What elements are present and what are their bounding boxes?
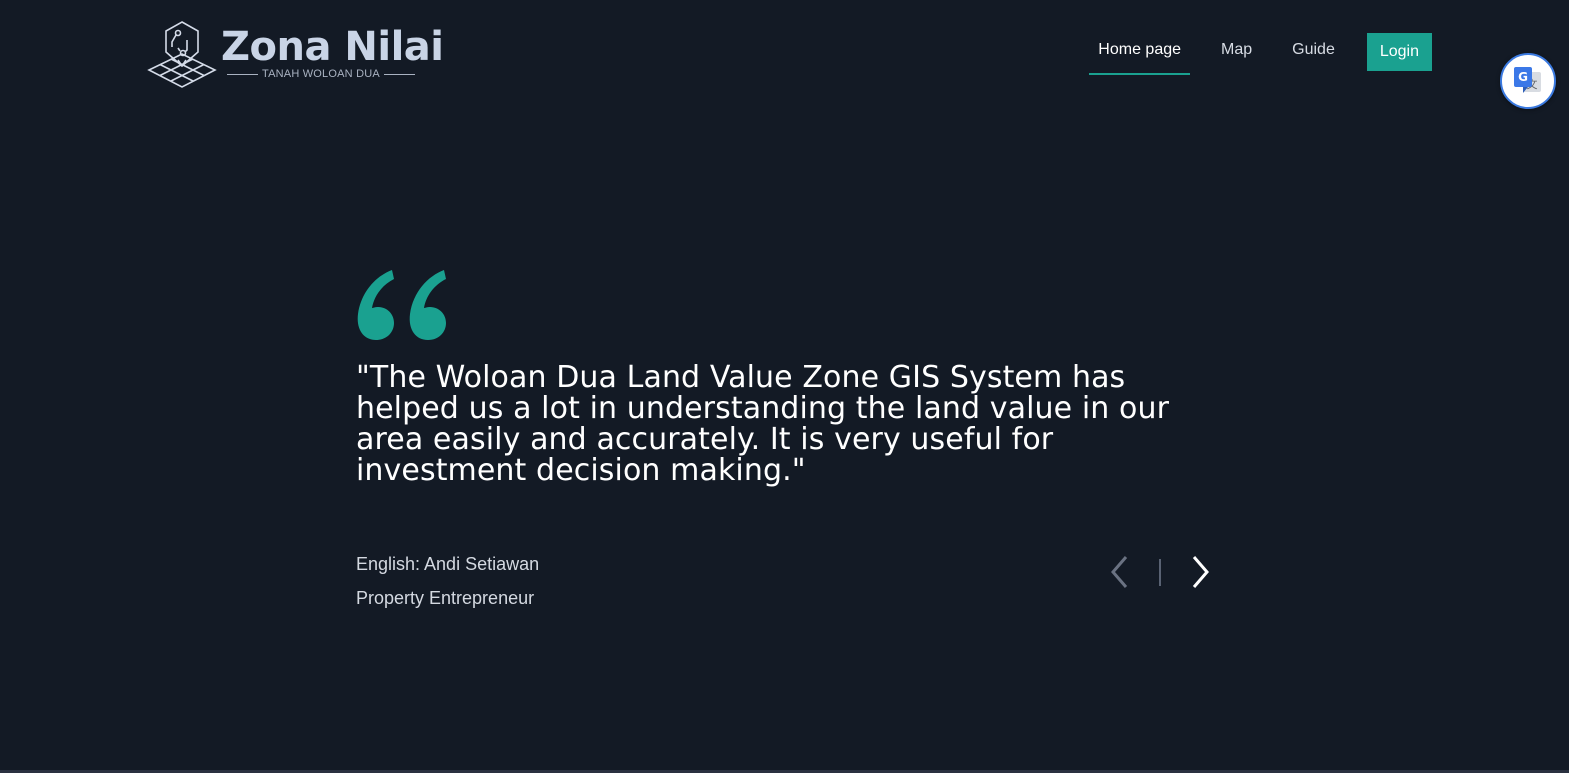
- nav-home[interactable]: Home page: [1089, 32, 1191, 75]
- brand-title: Zona Nilai: [221, 24, 444, 70]
- page: Zona Nilai TANAH WOLOAN DUA Home page Ma…: [0, 0, 1569, 773]
- svg-text:G: G: [1518, 70, 1528, 84]
- subtitle-rule-left: [227, 73, 258, 75]
- brand-logo[interactable]: Zona Nilai TANAH WOLOAN DUA: [147, 20, 444, 90]
- google-translate-icon: 文 G: [1514, 67, 1541, 93]
- translate-button[interactable]: 文 G: [1500, 53, 1556, 109]
- slider-divider: [1159, 558, 1161, 586]
- chevron-left-icon: [1111, 556, 1128, 588]
- testimonial-role: Property Entrepreneur: [356, 588, 535, 608]
- subtitle-rule-right: [383, 73, 415, 75]
- map-pin-grid-icon: [147, 21, 217, 88]
- nav-guide[interactable]: Guide: [1283, 32, 1344, 75]
- main-nav: Home page Map Guide Login: [1067, 32, 1432, 75]
- login-button[interactable]: Login: [1366, 32, 1432, 71]
- testimonial-quote: "The Woloan Dua Land Value Zone GIS Syst…: [356, 360, 1170, 488]
- prev-button[interactable]: [1100, 552, 1140, 592]
- quote-icon: [357, 270, 446, 340]
- next-button[interactable]: [1180, 552, 1220, 592]
- brand-subtitle-text: TANAH WOLOAN DUA: [262, 68, 380, 80]
- testimonial-slider-controls: [1100, 552, 1220, 592]
- chevron-right-icon: [1192, 556, 1209, 588]
- nav-map[interactable]: Map: [1212, 32, 1261, 75]
- testimonial-author: English: Andi Setiawan: [356, 554, 540, 574]
